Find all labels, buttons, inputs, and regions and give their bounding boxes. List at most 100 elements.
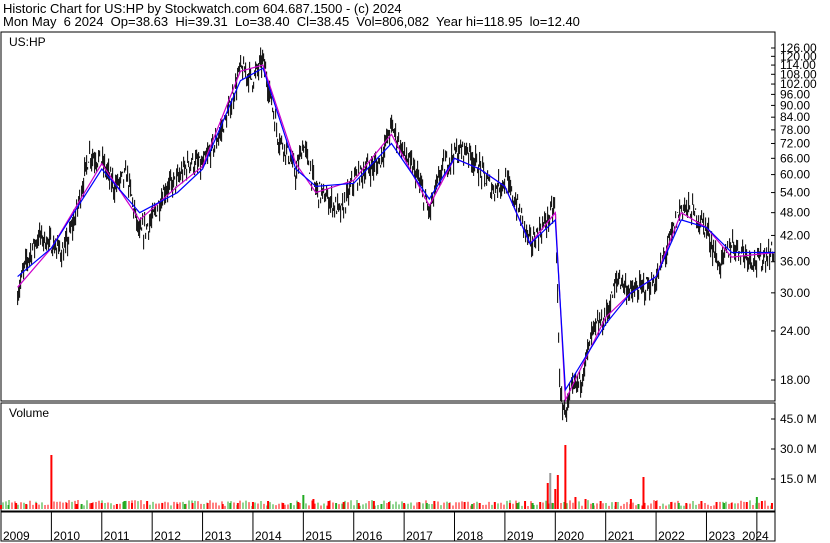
volume-bar [546, 483, 549, 509]
volume-bar [100, 503, 103, 509]
volume-bar [221, 504, 224, 509]
volume-bar [637, 504, 640, 509]
volume-bar [655, 501, 658, 509]
year-tick-label: 2024 [742, 529, 769, 543]
price-tick-label: 36.00 [780, 255, 810, 269]
volume-bar [372, 501, 375, 509]
price-tick-label: 54.00 [780, 186, 810, 200]
year-tick-label: 2020 [557, 529, 584, 543]
volume-bar [755, 497, 758, 509]
volume-bar [35, 503, 38, 509]
volume-bar [302, 495, 305, 509]
volume-bar [229, 503, 232, 509]
year-tick-label: 2015 [305, 529, 332, 543]
volume-bar [115, 504, 118, 509]
price-tick-label: 42.00 [780, 228, 810, 242]
volume-bar [723, 503, 726, 509]
volume-bar [508, 503, 511, 509]
volume-bar [90, 503, 93, 509]
volume-bar [282, 503, 285, 509]
year-tick-label: 2018 [457, 529, 484, 543]
volume-bar [297, 502, 300, 509]
volume-bar [206, 503, 209, 509]
year-tick-label: 2017 [406, 529, 433, 543]
volume-bar [146, 501, 149, 509]
volume-bar [191, 503, 194, 509]
volume-tick-label: 30.0 M [780, 442, 817, 456]
volume-bar [493, 502, 496, 509]
year-tick-label: 2012 [154, 529, 181, 543]
volume-bar [388, 502, 391, 509]
price-tick-label: 48.00 [780, 206, 810, 220]
volume-bar [448, 503, 451, 509]
year-tick-label: 2011 [104, 529, 130, 543]
volume-bar [715, 502, 718, 509]
volume-bar [584, 499, 587, 509]
volume-bar [614, 502, 617, 509]
year-tick-label: 2016 [356, 529, 383, 543]
volume-bar [403, 503, 406, 509]
volume-bar [730, 503, 733, 509]
volume-bar [7, 505, 10, 509]
volume-bar [551, 503, 554, 509]
volume-bar [183, 504, 186, 509]
volume-bar [123, 501, 126, 509]
price-tick-label: 60.00 [780, 168, 810, 182]
volume-bar [478, 503, 481, 509]
volume-panel-title: Volume [9, 406, 49, 420]
volume-bar [0, 505, 2, 509]
year-tick-label: 2013 [205, 529, 232, 543]
volume-bar [516, 503, 519, 509]
volume-bar [642, 477, 645, 509]
price-panel-title: US:HP [9, 35, 46, 49]
year-tick-label: 2014 [255, 529, 282, 543]
volume-bar [554, 489, 557, 509]
volume-bar [251, 502, 254, 509]
volume-bar [357, 503, 360, 509]
volume-bar [760, 501, 763, 509]
volume-bar [433, 501, 436, 509]
volume-tick-label: 45.0 M [780, 412, 817, 426]
price-tick-label: 24.00 [780, 324, 810, 338]
volume-bar [556, 475, 559, 509]
volume-tick-label: 15.0 M [780, 472, 817, 486]
volume-bar [770, 503, 773, 509]
historic-chart: 18.00 24.00 30.00 36.00 42.00 48.00 54.00 60.00… [0, 31, 817, 543]
volume-bar [685, 503, 688, 509]
volume-bar [471, 504, 474, 509]
volume-bar [745, 502, 748, 509]
price-tick-label: 78.00 [780, 123, 810, 137]
volume-bar [176, 504, 179, 509]
volume-bar [65, 503, 68, 509]
price-tick-label: 66.00 [780, 151, 810, 165]
volume-bar [15, 503, 18, 509]
volume-bar [267, 501, 270, 509]
volume-bar [50, 455, 53, 509]
volume-bar [342, 502, 345, 509]
volume-bar [418, 502, 421, 509]
volume-bar [312, 499, 315, 509]
price-tick-label: 18.00 [780, 373, 810, 387]
volume-bar [131, 503, 134, 509]
year-tick-label: 2019 [507, 529, 534, 543]
volume-panel-frame [0, 402, 776, 512]
volume-bar [564, 445, 567, 509]
volume-bar [700, 501, 703, 509]
volume-bar [161, 503, 164, 509]
price-tick-label: 30.00 [780, 286, 810, 300]
volume-bar [25, 504, 28, 509]
volume-bar [80, 504, 83, 509]
volume-bar [236, 503, 239, 509]
volume-bar [670, 502, 673, 509]
volume-bar [335, 503, 338, 509]
volume-bar [539, 502, 542, 509]
year-tick-label: 2022 [658, 529, 685, 543]
year-tick-label: 2010 [53, 529, 80, 543]
volume-bar [574, 497, 577, 509]
volume-bar [531, 503, 534, 509]
volume-bar [549, 473, 552, 509]
volume-bar [599, 501, 602, 509]
volume-bar [677, 503, 680, 509]
price-tick-label: 126.00 [780, 41, 817, 55]
price-tick-label: 72.00 [780, 136, 810, 150]
